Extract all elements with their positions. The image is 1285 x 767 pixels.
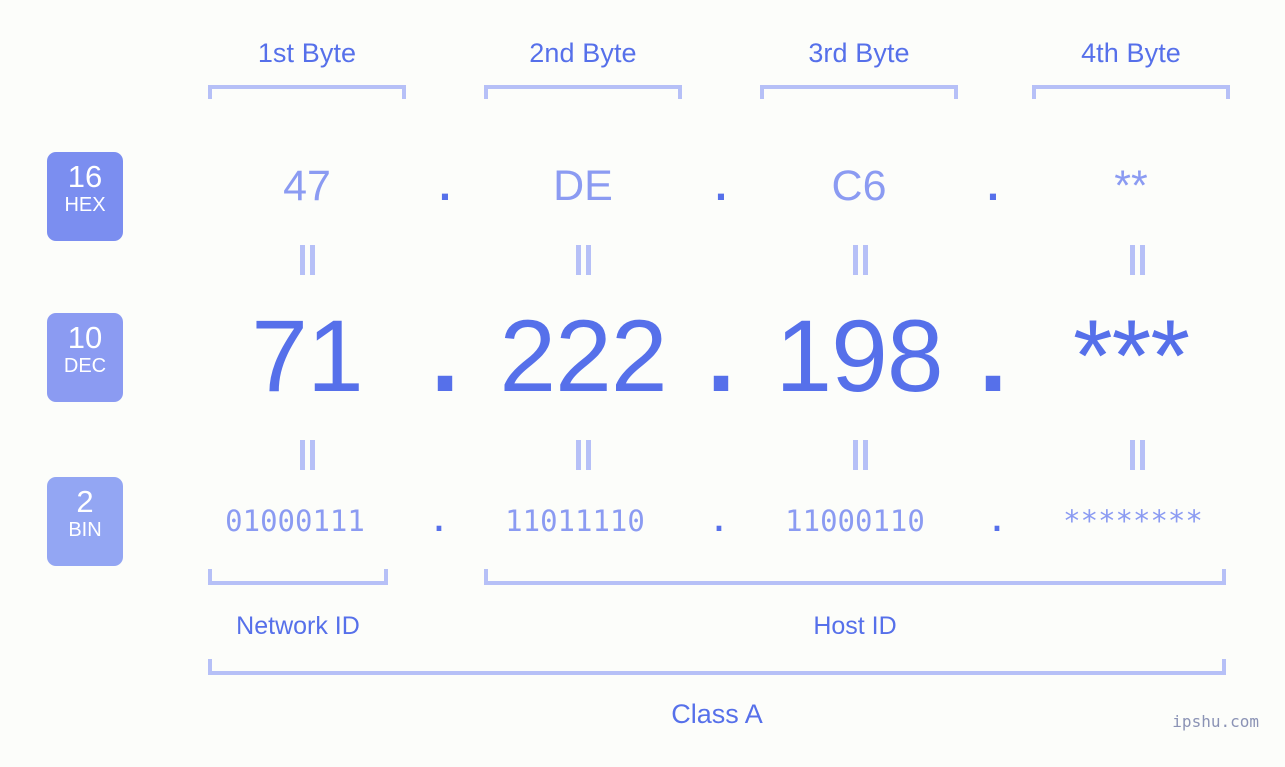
equals-connector-hex-dec-4: [1124, 245, 1150, 275]
network-id-bracket: [208, 569, 388, 585]
bin-byte-1: 01000111: [225, 504, 365, 538]
hex-separator-3: .: [987, 162, 999, 210]
ip-byte-breakdown-diagram: 1st Byte 2nd Byte 3rd Byte 4th Byte 16 H…: [0, 0, 1285, 767]
hex-byte-3: C6: [831, 162, 887, 210]
byte-header-1: 1st Byte: [257, 38, 357, 68]
hex-separator-1: .: [439, 162, 451, 210]
equals-connector-dec-bin-2: [570, 440, 596, 470]
byte-bracket-3: [760, 85, 958, 99]
host-id-label: Host ID: [813, 612, 897, 640]
dec-separator-2: .: [706, 299, 736, 413]
bin-separator-2: .: [710, 504, 728, 538]
byte-bracket-4: [1032, 85, 1230, 99]
bin-byte-3: 11000110: [785, 504, 925, 538]
base-badge-hex: 16 HEX: [47, 152, 123, 241]
dec-separator-3: .: [978, 299, 1008, 413]
dec-byte-1: 71: [251, 299, 363, 413]
equals-connector-hex-dec-1: [294, 245, 320, 275]
hex-separator-2: .: [715, 162, 727, 210]
dec-separator-1: .: [430, 299, 460, 413]
base-badge-hex-number: 16: [67, 159, 103, 194]
dec-byte-4: ***: [1072, 299, 1190, 413]
byte-bracket-1: [208, 85, 406, 99]
bin-byte-2: 11011110: [505, 504, 645, 538]
equals-connector-dec-bin-4: [1124, 440, 1150, 470]
site-watermark: ipshu.com: [1172, 712, 1259, 731]
byte-header-3: 3rd Byte: [808, 38, 910, 68]
bin-byte-4: ********: [1063, 504, 1203, 538]
hex-byte-2: DE: [553, 162, 613, 210]
base-badge-bin: 2 BIN: [47, 477, 123, 566]
equals-connector-dec-bin-1: [294, 440, 320, 470]
dec-byte-2: 222: [499, 299, 667, 413]
bin-separator-1: .: [430, 504, 448, 538]
base-badge-dec: 10 DEC: [47, 313, 123, 402]
bin-separator-3: .: [988, 504, 1006, 538]
dec-byte-3: 198: [775, 299, 943, 413]
host-id-bracket: [484, 569, 1226, 585]
base-badge-dec-label: DEC: [63, 355, 107, 377]
base-badge-hex-label: HEX: [64, 194, 106, 216]
class-label: Class A: [671, 699, 763, 729]
equals-connector-dec-bin-3: [847, 440, 873, 470]
byte-header-2: 2nd Byte: [529, 38, 637, 68]
equals-connector-hex-dec-3: [847, 245, 873, 275]
base-badge-dec-number: 10: [67, 320, 103, 355]
network-id-label: Network ID: [236, 612, 360, 640]
base-badge-bin-number: 2: [76, 484, 94, 519]
byte-header-4: 4th Byte: [1081, 38, 1181, 68]
base-badge-bin-label: BIN: [68, 519, 102, 541]
hex-byte-4: **: [1114, 162, 1148, 210]
class-bracket: [208, 659, 1226, 675]
equals-connector-hex-dec-2: [570, 245, 596, 275]
byte-bracket-2: [484, 85, 682, 99]
hex-byte-1: 47: [283, 162, 331, 210]
